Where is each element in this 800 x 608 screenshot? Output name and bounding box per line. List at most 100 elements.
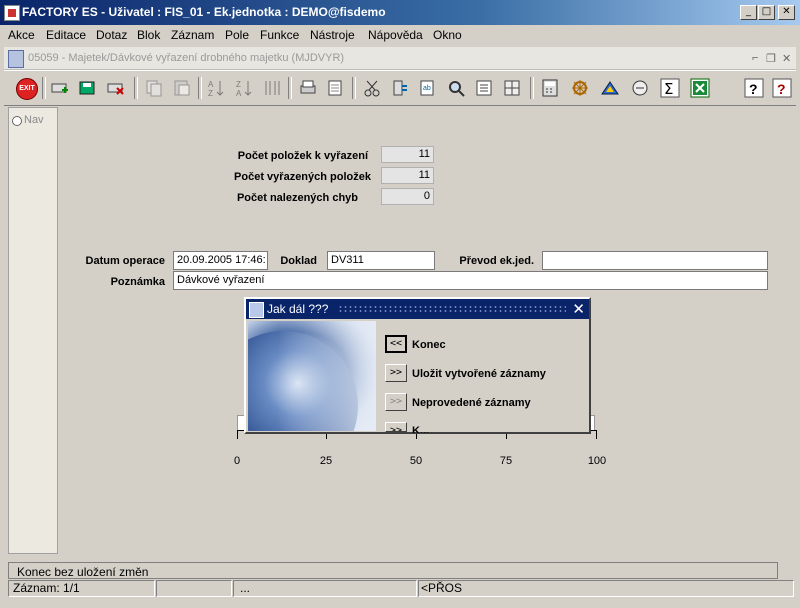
failed-records-label: Neprovedené záznamy xyxy=(412,397,531,409)
tick-label-50: 50 xyxy=(409,455,423,467)
menu-zaznam[interactable]: Záznam xyxy=(171,28,214,42)
menu-editace[interactable]: Editace xyxy=(46,28,86,42)
status-message: Konec bez uložení změn xyxy=(17,565,149,579)
nav-panel: Nav xyxy=(8,107,58,554)
tick-label-0: 0 xyxy=(233,455,241,467)
count-retired-field: 11 xyxy=(381,167,434,184)
message-bar: Konec bez uložení změn xyxy=(8,562,778,579)
triangle-icon[interactable] xyxy=(600,78,620,98)
errors-label: Počet nalezených chyb xyxy=(236,192,358,204)
menu-funkce[interactable]: Funkce xyxy=(260,28,299,42)
save-records-button[interactable]: >> xyxy=(385,364,407,382)
print-preview-icon[interactable] xyxy=(326,78,346,98)
app-icon xyxy=(4,5,20,21)
failed-records-button[interactable]: >> xyxy=(385,393,407,411)
minimize-button[interactable]: _ xyxy=(740,5,757,20)
doc-label: Doklad xyxy=(280,255,317,267)
excel-icon[interactable] xyxy=(690,78,710,98)
close-button[interactable]: ✕ xyxy=(778,5,795,20)
fourth-button[interactable]: >> xyxy=(385,422,407,432)
paste-icon[interactable] xyxy=(172,78,192,98)
menu-okno[interactable]: Okno xyxy=(433,28,462,42)
menu-dotaz[interactable]: Dotaz xyxy=(96,28,127,42)
sort-icon[interactable] xyxy=(262,78,282,98)
svg-text:A: A xyxy=(236,89,242,98)
transfer-input[interactable] xyxy=(542,251,768,270)
sum-icon[interactable]: Σ xyxy=(660,78,680,98)
toolbar: EXIT AZ ZA ab Σ ? ? xyxy=(4,70,796,106)
globe-image xyxy=(248,321,376,431)
menu-nastroje[interactable]: Nástroje xyxy=(310,28,355,42)
count-to-retire-label: Počet položek k vyřazení xyxy=(237,150,368,162)
sort-asc-icon[interactable]: AZ xyxy=(206,78,226,98)
form-title-bar: 05059 - Majetek/Dávkové vyřazení drobnéh… xyxy=(4,47,796,70)
count-retired-label: Počet vyřazených položek xyxy=(234,171,371,183)
svg-text:Z: Z xyxy=(208,89,213,98)
find-icon[interactable] xyxy=(446,78,466,98)
menu-bar: Akce Editace Dotaz Blok Záznam Pole Funk… xyxy=(0,25,800,45)
count-to-retire-field: 11 xyxy=(381,146,434,163)
list2-icon[interactable] xyxy=(502,78,522,98)
calculator-icon[interactable] xyxy=(540,78,560,98)
transfer-label: Převod ek.jed. xyxy=(459,255,534,267)
status-bar: Záznam: 1/1 ... <PŘOS xyxy=(8,580,794,597)
konec-label: Konec xyxy=(412,339,446,351)
dialog-jak-dal: Jak dál ??? ✕ << Konec >> Uložit vytvoře… xyxy=(244,297,591,434)
status-dots: ... xyxy=(233,580,417,597)
dialog-title-bar: Jak dál ??? ✕ xyxy=(246,299,589,319)
record-indicator: Záznam: 1/1 xyxy=(8,580,155,597)
wheel-icon[interactable] xyxy=(570,78,590,98)
dialog-close-icon[interactable]: ✕ xyxy=(572,300,585,318)
app-title-bar: FACTORY ES - Uživatel : FIS_01 - Ek.jedn… xyxy=(0,0,800,25)
svg-text:A: A xyxy=(208,80,214,89)
status-cell-empty xyxy=(156,580,232,597)
copy-icon[interactable] xyxy=(144,78,164,98)
menu-akce[interactable]: Akce xyxy=(8,28,35,42)
date-label: Datum operace xyxy=(85,255,165,267)
menu-napoveda[interactable]: Nápověda xyxy=(368,28,423,42)
note-label: Poznámka xyxy=(110,276,165,288)
date-input[interactable]: 20.09.2005 17:46: xyxy=(173,251,268,270)
app-title: FACTORY ES - Uživatel : FIS_01 - Ek.jedn… xyxy=(22,5,386,19)
clip-icon[interactable] xyxy=(390,78,410,98)
errors-field: 0 xyxy=(381,188,434,205)
print-icon[interactable] xyxy=(298,78,318,98)
note-input[interactable]: Dávkové vyřazení xyxy=(173,271,768,290)
svg-text:ab: ab xyxy=(423,85,431,92)
context-help-icon[interactable]: ? xyxy=(772,78,792,98)
edit-icon[interactable]: ab xyxy=(418,78,438,98)
note-icon[interactable] xyxy=(630,78,650,98)
tick-label-25: 25 xyxy=(319,455,333,467)
cut-icon[interactable] xyxy=(362,78,382,98)
form-title: 05059 - Majetek/Dávkové vyřazení drobnéh… xyxy=(28,52,345,64)
form-restore-icon[interactable]: ❐ xyxy=(766,52,776,65)
save-icon[interactable] xyxy=(78,78,98,98)
svg-text:Z: Z xyxy=(236,80,241,89)
maximize-button[interactable]: □ xyxy=(758,5,775,20)
form-close-icon[interactable]: ✕ xyxy=(782,52,791,65)
save-records-label: Uložit vytvořené záznamy xyxy=(412,368,546,380)
exit-icon[interactable]: EXIT xyxy=(16,78,38,100)
tick-label-75: 75 xyxy=(499,455,513,467)
tick-label-100: 100 xyxy=(587,455,607,467)
doc-input[interactable]: DV311 xyxy=(327,251,435,270)
svg-text:Σ: Σ xyxy=(664,80,673,98)
mode-indicator: <PŘOS xyxy=(418,580,794,597)
nav-label: Nav xyxy=(24,114,44,126)
list-icon[interactable] xyxy=(474,78,494,98)
konec-button[interactable]: << xyxy=(385,335,407,353)
dialog-title: Jak dál ??? xyxy=(267,302,329,316)
menu-pole[interactable]: Pole xyxy=(225,28,249,42)
form-minimize-icon[interactable]: ⌐ xyxy=(752,52,758,64)
form-icon xyxy=(8,50,24,68)
nav-radio[interactable] xyxy=(12,116,22,126)
fourth-label: K... xyxy=(412,425,430,433)
help-icon[interactable]: ? xyxy=(744,78,764,98)
svg-text:?: ? xyxy=(777,81,786,97)
svg-text:?: ? xyxy=(749,81,758,97)
dialog-app-icon xyxy=(249,302,264,318)
sort-desc-icon[interactable]: ZA xyxy=(234,78,254,98)
delete-record-icon[interactable] xyxy=(106,78,126,98)
insert-record-icon[interactable] xyxy=(50,78,70,98)
menu-blok[interactable]: Blok xyxy=(137,28,160,42)
